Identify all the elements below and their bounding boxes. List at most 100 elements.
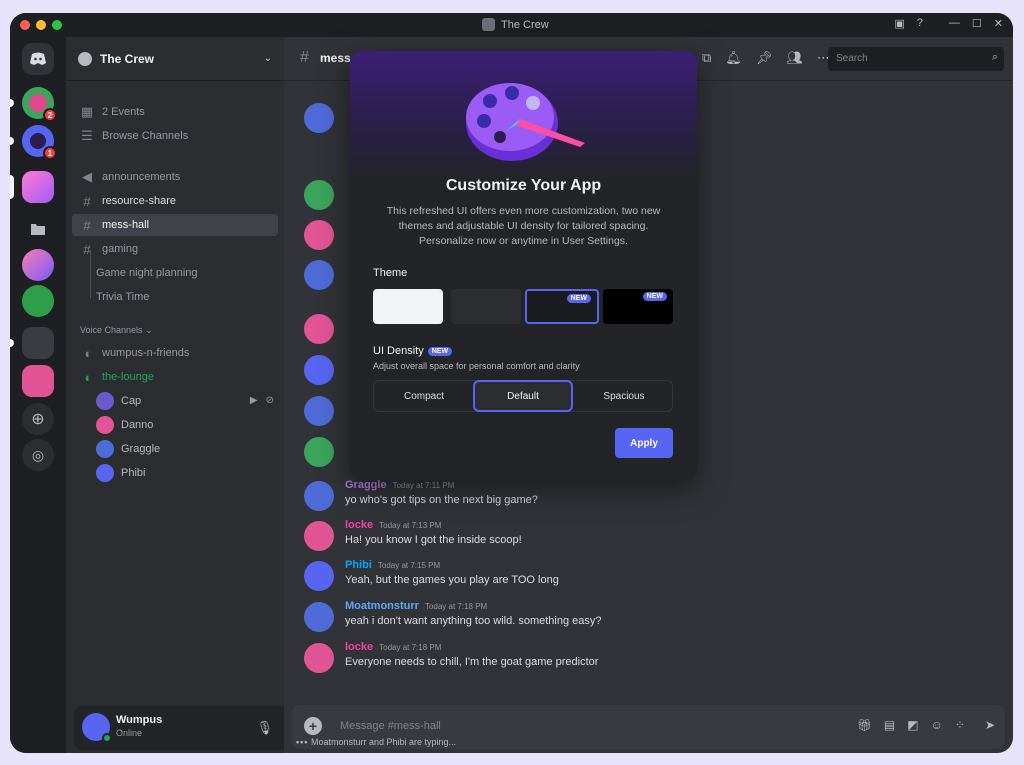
guild-header[interactable]: The Crew ⌄ — [66, 37, 284, 81]
avatar — [304, 180, 334, 210]
avatar[interactable] — [304, 521, 334, 551]
voice-user-danno[interactable]: Danno — [96, 414, 153, 436]
threads-icon[interactable]: ⧉ — [702, 50, 711, 66]
channel-resource-share[interactable]: # resource-share — [72, 190, 278, 212]
send-icon[interactable]: ➤ — [985, 718, 995, 732]
help-icon[interactable]: ? — [917, 17, 923, 30]
sticker-icon[interactable]: ◩ — [907, 718, 918, 732]
selected-pip — [10, 175, 14, 199]
hash-icon: # — [300, 49, 309, 66]
folder-icon[interactable] — [22, 213, 54, 245]
guild-icon — [78, 51, 92, 66]
avatar[interactable] — [304, 602, 334, 632]
avatar — [304, 314, 334, 344]
theme-darker[interactable]: NEW — [525, 289, 599, 324]
gif-icon[interactable]: ▤ — [884, 718, 895, 732]
minimize-icon[interactable]: — — [949, 17, 960, 30]
palette-illustration-icon — [466, 83, 585, 161]
window-title: The Crew — [482, 18, 549, 31]
channel-announcements[interactable]: ◀ announcements — [72, 166, 278, 188]
inbox-icon[interactable]: ▣ — [894, 17, 904, 30]
server-icon-1[interactable]: 2 — [10, 87, 57, 122]
message[interactable]: Moatmonsturr Today at 7:18 PM yeah i don'… — [294, 600, 984, 636]
avatar — [96, 416, 114, 434]
thread-trivia[interactable]: Trivia Time — [84, 286, 264, 308]
voice-user-cap[interactable]: Cap — [96, 390, 141, 412]
search-input[interactable]: Search ⌕ — [828, 47, 1004, 71]
gift-icon[interactable]: 🎁︎ — [857, 718, 872, 732]
server-icon-4[interactable] — [22, 285, 54, 317]
density-default[interactable]: Default — [473, 380, 573, 412]
chevron-down-icon: ⌄ — [263, 53, 272, 64]
apps-icon[interactable]: ⁘ — [955, 718, 965, 732]
list-icon: ☰ — [81, 128, 93, 143]
close-icon[interactable]: ✕ — [994, 17, 1003, 30]
mention-badge: 1 — [43, 146, 57, 160]
server-icon-the-crew[interactable] — [10, 171, 54, 203]
density-label: UI Density NEW — [373, 345, 453, 357]
message[interactable]: locke Today at 7:18 PM Everyone needs to … — [294, 641, 984, 677]
speaker-icon: ◖ — [83, 369, 91, 385]
add-attachment-icon[interactable]: + — [304, 717, 322, 735]
channel-sidebar: The Crew ⌄ ▦ 2 Events ☰ Browse Channels ◀ a… — [66, 37, 332, 753]
app-window: The Crew ▣ ? — ☐ ✕ 2 1 ⊕ ◎ The Crew ⌄ ▦ … — [10, 13, 1013, 753]
server-icon-5[interactable] — [22, 365, 54, 397]
voice-user-graggle[interactable]: Graggle — [96, 438, 160, 460]
voice-user-status: ▶ ⊘ — [250, 395, 274, 406]
voice-channel-wumpus[interactable]: ◖ wumpus-n-friends — [72, 342, 278, 364]
new-badge: NEW — [642, 292, 667, 301]
density-spacious[interactable]: Spacious — [574, 380, 674, 412]
theme-midnight[interactable]: NEW — [603, 289, 673, 324]
thread-game-night[interactable]: Game night planning — [84, 262, 264, 284]
hash-icon: # — [83, 241, 91, 257]
bell-icon[interactable]: 🔔︎ — [725, 50, 742, 66]
server-rail: 2 1 ⊕ ◎ — [10, 37, 66, 753]
message[interactable]: Phibi Today at 7:15 PM Yeah, but the game… — [294, 559, 984, 595]
browse-channels-item[interactable]: ☰ Browse Channels — [72, 125, 278, 147]
pin-icon[interactable]: 📌︎ — [756, 50, 773, 66]
message[interactable]: locke Today at 7:13 PM Ha! you know I got… — [294, 519, 984, 555]
voice-channel-lounge[interactable]: ◖ the-lounge — [72, 366, 278, 388]
online-status-icon — [102, 733, 112, 743]
avatar[interactable] — [304, 481, 334, 511]
message[interactable]: Graggle Today at 7:11 PM yo who's got tip… — [294, 479, 984, 515]
avatar[interactable] — [304, 561, 334, 591]
calendar-icon: ▦ — [80, 104, 94, 119]
new-badge: NEW — [427, 347, 453, 356]
server-icon — [482, 18, 495, 31]
close-window-button[interactable] — [20, 20, 30, 30]
voice-category[interactable]: Voice Channels ⌄ — [80, 325, 153, 336]
maximize-icon[interactable]: ☐ — [972, 17, 982, 30]
discover-icon[interactable]: ◎ — [22, 439, 54, 471]
avatar — [304, 396, 334, 426]
chevron-down-icon: ⌄ — [145, 325, 153, 335]
members-icon[interactable]: 👥︎ — [786, 50, 803, 66]
unread-pip — [10, 137, 14, 145]
server-icon-3[interactable] — [22, 249, 54, 281]
add-server-icon[interactable]: ⊕ — [22, 403, 54, 435]
density-compact[interactable]: Compact — [374, 380, 474, 412]
microphone-icon[interactable]: 🎙︎ — [256, 720, 273, 736]
channel-gaming[interactable]: # gaming — [72, 238, 278, 260]
channel-mess-hall[interactable]: # mess-hall — [72, 214, 278, 236]
apply-button[interactable]: Apply — [615, 428, 673, 458]
server-icon-2[interactable]: 1 — [10, 125, 57, 160]
muted-icon: ⊘ — [265, 395, 274, 406]
minimize-window-button[interactable] — [36, 20, 46, 30]
modal-title: Customize Your App — [445, 177, 602, 194]
theme-light[interactable] — [373, 289, 443, 324]
server-folder-icon[interactable] — [10, 327, 54, 359]
home-button[interactable] — [22, 43, 54, 75]
events-item[interactable]: ▦ 2 Events — [72, 101, 278, 123]
title-bar: The Crew ▣ ? — ☐ ✕ — [10, 13, 1013, 37]
avatar — [304, 437, 334, 467]
voice-user-phibi[interactable]: Phibi — [96, 462, 145, 484]
speaker-icon: ◖ — [83, 345, 91, 361]
emoji-icon[interactable]: ☺ — [931, 718, 943, 732]
theme-dark[interactable] — [451, 289, 521, 324]
avatar[interactable] — [304, 643, 334, 673]
avatar — [96, 392, 114, 410]
avatar — [304, 260, 334, 290]
new-badge: NEW — [566, 294, 591, 303]
zoom-window-button[interactable] — [52, 20, 62, 30]
